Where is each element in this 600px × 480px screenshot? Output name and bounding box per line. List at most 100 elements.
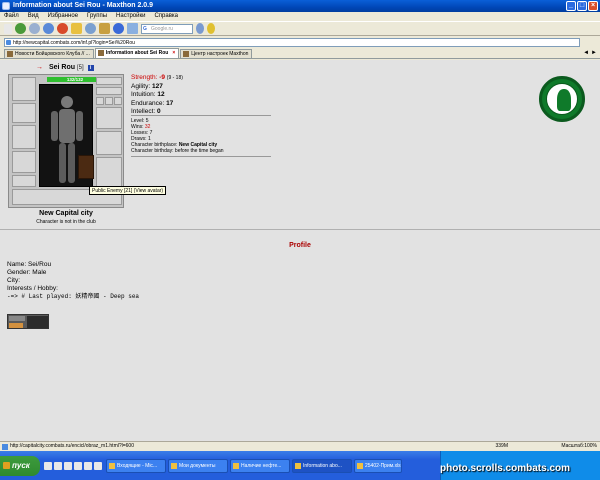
window-title: Information about Sei Rou - Maxthon 2.0.…: [13, 2, 154, 9]
mail-icon[interactable]: [127, 23, 138, 34]
browser-window: Information about Sei Rou - Maxthon 2.0.…: [0, 0, 600, 480]
weapon-slot[interactable]: [12, 125, 36, 149]
stat-strength: Strength: -9 (9 - 18): [131, 74, 183, 83]
stat-label: Intellect:: [131, 108, 156, 115]
amulet-slot[interactable]: [96, 87, 122, 95]
menu-file[interactable]: Файл: [4, 12, 19, 21]
taskbar-button-inbox[interactable]: Входящие - Mic...: [106, 458, 166, 473]
menu-groups[interactable]: Группы: [87, 12, 107, 21]
menu-favorites[interactable]: Избранное: [48, 12, 78, 21]
tab-prev-icon[interactable]: ◄: [583, 50, 589, 56]
close-tab-icon[interactable]: ×: [172, 50, 175, 56]
taskbar-button-oil[interactable]: Наличие нефте...: [230, 458, 290, 473]
stats-block: Strength: -9 (9 - 18) Agility: 127 Intui…: [131, 74, 183, 117]
character-level: [5]: [76, 65, 84, 71]
minimize-button[interactable]: _: [566, 1, 576, 11]
stop-icon[interactable]: [57, 23, 68, 34]
club-note: Character is not in the club: [36, 219, 96, 225]
figure-icon: [557, 89, 571, 111]
ring-slot-2[interactable]: [105, 97, 113, 105]
divider: [131, 156, 271, 157]
close-button[interactable]: ×: [588, 1, 598, 11]
page-content: → Sei Rou [5] i 132/132 Public Enemy [21…: [0, 60, 600, 441]
address-input[interactable]: http://newcapital.combats.com/inf.pl?log…: [4, 38, 580, 47]
character-name-line: → Sei Rou [5] i: [36, 64, 94, 71]
profile-city: City:: [7, 277, 20, 284]
stat-value: -9: [159, 74, 165, 81]
taskbar-button-documents[interactable]: Мои документы: [168, 458, 228, 473]
profile-title: Profile: [289, 242, 311, 249]
desktop-icon[interactable]: [54, 461, 62, 470]
earring-slot[interactable]: [96, 77, 122, 85]
character-name: Sei Rou: [48, 64, 76, 71]
boots-slot[interactable]: [96, 157, 122, 187]
title-bar: Information about Sei Rou - Maxthon 2.0.…: [0, 0, 600, 12]
media-icon[interactable]: [74, 461, 82, 470]
forward-icon[interactable]: [29, 23, 40, 34]
history-icon[interactable]: [113, 23, 124, 34]
ring-slot-1[interactable]: [96, 97, 104, 105]
taskbar-button-information[interactable]: Information abo...: [292, 458, 352, 473]
tab-settings-center[interactable]: Центр настроек Maxthon: [180, 49, 253, 58]
stat-label: Strength:: [131, 74, 158, 81]
stat-value: 12: [157, 91, 165, 98]
section-divider: [0, 229, 600, 230]
tab-information[interactable]: Information about Sei Rou ×: [94, 48, 180, 58]
memory-usage: 339M: [495, 443, 508, 449]
taskbar-button-xls[interactable]: 25402-Прим.xls: [354, 458, 402, 473]
search-go-icon[interactable]: [196, 23, 204, 34]
maximize-button[interactable]: □: [577, 1, 587, 11]
menu-settings[interactable]: Настройки: [116, 12, 145, 21]
armor-slot[interactable]: [12, 151, 36, 173]
menu-bar: Файл Вид Избранное Группы Настройки Спра…: [0, 12, 600, 21]
bracer-slot[interactable]: [12, 103, 36, 123]
new-page-icon[interactable]: [4, 23, 12, 34]
profile-interests: Interests / Hobby:: [7, 285, 58, 292]
stat-value: 17: [166, 99, 174, 107]
mail-app-icon[interactable]: [64, 461, 72, 470]
divider: [131, 115, 271, 116]
search-input[interactable]: Google.ru: [141, 23, 193, 34]
tools-icon[interactable]: [99, 23, 110, 34]
shield-slot[interactable]: [96, 131, 122, 155]
zoom-icon[interactable]: [85, 23, 96, 34]
pet-icon[interactable]: [78, 155, 94, 179]
counter-digits: [27, 316, 48, 328]
club-logo: [539, 76, 585, 122]
tab-news[interactable]: Новости Бойцовского Клуба // ...: [4, 49, 94, 58]
profile-data: Name: Sei/Rou Gender: Male City: Interes…: [7, 261, 139, 301]
info-icon[interactable]: i: [87, 65, 94, 71]
back-icon[interactable]: [15, 23, 26, 34]
stat-extra: (9 - 18): [166, 75, 183, 81]
ie-icon[interactable]: [44, 461, 52, 470]
status-bar: http://capitalcity.combats.ru/encicl/obr…: [0, 441, 600, 451]
stat-endurance: Endurance: 17: [131, 100, 183, 109]
highlight-icon[interactable]: [207, 23, 215, 34]
menu-view[interactable]: Вид: [28, 12, 39, 21]
stat-label: Intuition:: [131, 91, 156, 98]
gloves-slot[interactable]: [96, 107, 122, 129]
zoom-level[interactable]: Масштаб:100%: [561, 442, 597, 451]
misc-info: Level: 5 Wins: 32 Losses: 7 Draws: 1 Cha…: [131, 118, 224, 154]
menu-help[interactable]: Справка: [154, 12, 178, 21]
quick-launch: [44, 461, 102, 470]
refresh-icon[interactable]: [43, 23, 54, 34]
tab-next-icon[interactable]: ►: [591, 50, 597, 56]
avatar-tooltip: Public Enemy [21] (View avatar): [89, 186, 167, 195]
folder-icon[interactable]: [84, 461, 92, 470]
avatar-frame[interactable]: [39, 84, 94, 187]
stat-intuition: Intuition: 12: [131, 91, 183, 100]
counter-badge[interactable]: [7, 314, 49, 329]
address-bar: http://newcapital.combats.com/inf.pl?log…: [0, 37, 600, 48]
tab-label: Центр настроек Maxthon: [191, 51, 249, 57]
tab-bar: Новости Бойцовского Клуба // ... Informa…: [0, 48, 600, 59]
tab-label: Information about Sei Rou: [105, 50, 169, 56]
home-icon[interactable]: [71, 23, 82, 34]
start-button[interactable]: пуск: [0, 455, 40, 476]
browser-icon[interactable]: [94, 461, 102, 470]
ring-slot-3[interactable]: [114, 97, 122, 105]
tab-label: Новости Бойцовского Клуба // ...: [15, 51, 90, 57]
belt-slot[interactable]: [12, 175, 36, 187]
app-icon: [2, 2, 10, 10]
helmet-slot[interactable]: [12, 77, 36, 101]
